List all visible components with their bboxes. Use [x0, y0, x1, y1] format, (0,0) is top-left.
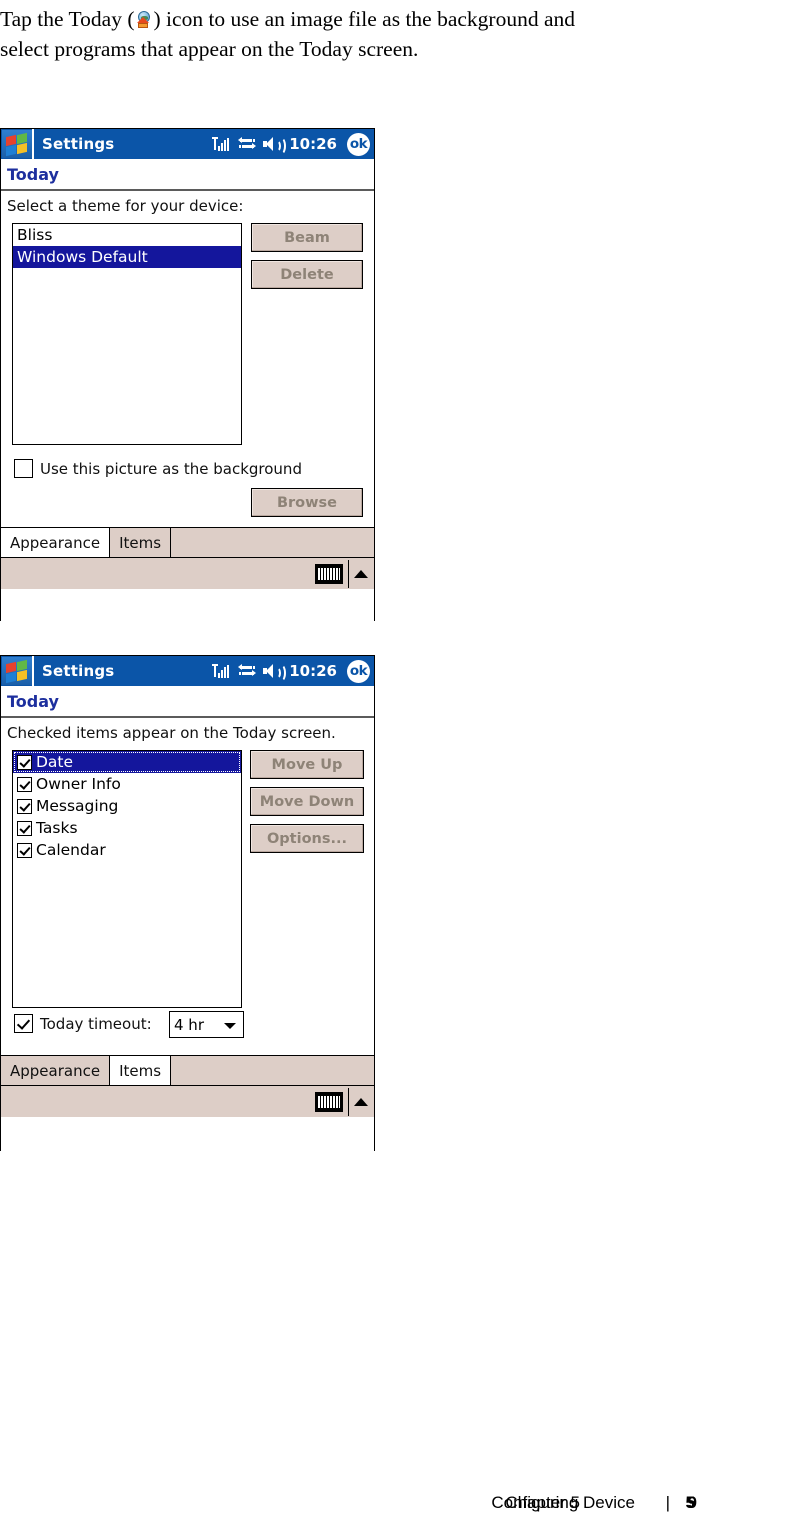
page-footer: Chapter 5 Configuring Device | 5 9 [0, 1493, 810, 1521]
theme-listbox[interactable]: Bliss Windows Default [12, 223, 242, 445]
today-icon [135, 11, 154, 30]
clock-time[interactable]: 10:26 [289, 662, 337, 680]
list-item-label: Date [36, 753, 74, 771]
chevron-up-icon[interactable] [354, 1098, 368, 1106]
use-picture-checkbox-row[interactable]: Use this picture as the background [14, 459, 302, 478]
screen-body-items: Checked items appear on the Today screen… [1, 718, 374, 1152]
options-button[interactable]: Options... [250, 824, 364, 853]
keyboard-icon[interactable] [315, 564, 343, 584]
list-item-label: Tasks [36, 819, 78, 837]
footer-page-number-overlap: 9 [687, 1493, 697, 1512]
use-picture-label: Use this picture as the background [40, 459, 302, 478]
delete-button[interactable]: Delete [251, 260, 363, 289]
today-timeout-value: 4 hr [174, 1015, 204, 1034]
tab-items[interactable]: Items [110, 1056, 172, 1085]
move-down-button[interactable]: Move Down [250, 787, 364, 816]
tab-strip: Appearance Items [1, 1055, 374, 1085]
tab-items[interactable]: Items [110, 528, 172, 557]
pda-screenshot-appearance: Settings 10:26 ok Today Select a theme f… [0, 128, 375, 622]
titlebar-status-icons: 10:26 ok [212, 656, 370, 686]
intro-text-after-icon: ) icon to use an image file as the backg… [153, 7, 576, 31]
today-timeout-checkbox[interactable] [14, 1014, 33, 1033]
browse-button[interactable]: Browse [251, 488, 363, 517]
windows-logo-icon[interactable] [2, 657, 32, 685]
list-item-label: Messaging [36, 797, 119, 815]
move-up-button[interactable]: Move Up [250, 750, 364, 779]
intro-paragraph: Tap the Today ( ) icon to use an image fi… [0, 4, 810, 64]
keyboard-icon[interactable] [315, 1092, 343, 1112]
page-title-bar: Today [1, 159, 374, 191]
connectivity-icon[interactable] [238, 664, 257, 678]
windows-logo-icon[interactable] [2, 130, 32, 158]
item-checkbox[interactable] [17, 777, 32, 792]
ok-button[interactable]: ok [347, 659, 370, 683]
speaker-icon[interactable] [263, 137, 287, 155]
pda-screenshot-items: Settings 10:26 ok Today Checked items ap… [0, 655, 375, 1152]
use-picture-checkbox[interactable] [14, 459, 33, 478]
list-item-label: Owner Info [36, 775, 121, 793]
signal-strength-icon[interactable] [212, 664, 231, 678]
intro-text-before-icon: Tap the Today ( [0, 7, 135, 31]
signal-strength-icon[interactable] [212, 137, 231, 151]
item-checkbox[interactable] [17, 821, 32, 836]
command-bar [1, 1085, 374, 1117]
titlebar: Settings 10:26 ok [1, 129, 374, 159]
theme-prompt-label: Select a theme for your device: [7, 197, 244, 215]
list-item[interactable]: Bliss [13, 224, 241, 246]
list-item-label: Calendar [36, 841, 106, 859]
list-item[interactable]: Owner Info [13, 773, 241, 795]
list-item[interactable]: Windows Default [13, 246, 241, 268]
command-bar-divider [347, 560, 349, 588]
chevron-up-icon[interactable] [354, 570, 368, 578]
titlebar-status-icons: 10:26 ok [212, 129, 370, 159]
chevron-down-icon[interactable] [224, 1022, 236, 1029]
tab-appearance[interactable]: Appearance [1, 1056, 111, 1085]
today-timeout-row[interactable]: Today timeout: [14, 1014, 152, 1033]
today-items-listbox[interactable]: Date Owner Info Messaging Tasks Calendar [12, 750, 242, 1008]
tab-appearance[interactable]: Appearance [1, 528, 111, 557]
command-bar [1, 557, 374, 589]
footer-section: Configuring Device [491, 1493, 635, 1512]
item-checkbox[interactable] [17, 799, 32, 814]
intro-line-2: select programs that appear on the Today… [0, 37, 419, 61]
page-title: Today [7, 691, 59, 711]
titlebar: Settings 10:26 ok [1, 656, 374, 686]
today-timeout-label: Today timeout: [40, 1014, 152, 1033]
list-item[interactable]: Date [13, 751, 241, 773]
beam-button[interactable]: Beam [251, 223, 363, 252]
page-title-bar: Today [1, 686, 374, 718]
house-part-icon [136, 17, 150, 28]
item-checkbox[interactable] [17, 843, 32, 858]
list-item[interactable]: Calendar [13, 839, 241, 861]
tab-strip: Appearance Items [1, 527, 374, 557]
item-checkbox[interactable] [17, 755, 32, 770]
titlebar-divider [32, 129, 34, 159]
screen-body-appearance: Select a theme for your device: Bliss Wi… [1, 191, 374, 622]
clock-time[interactable]: 10:26 [289, 135, 337, 153]
list-item[interactable]: Tasks [13, 817, 241, 839]
page-title: Today [7, 164, 59, 184]
titlebar-title: Settings [42, 135, 115, 153]
footer-separator: | [665, 1493, 670, 1512]
today-timeout-dropdown[interactable]: 4 hr [169, 1011, 244, 1038]
titlebar-title: Settings [42, 662, 115, 680]
ok-button[interactable]: ok [347, 132, 370, 156]
list-item[interactable]: Messaging [13, 795, 241, 817]
titlebar-divider [32, 656, 34, 686]
connectivity-icon[interactable] [238, 137, 257, 151]
command-bar-divider [347, 1088, 349, 1116]
speaker-icon[interactable] [263, 664, 287, 682]
items-prompt-label: Checked items appear on the Today screen… [7, 724, 336, 742]
